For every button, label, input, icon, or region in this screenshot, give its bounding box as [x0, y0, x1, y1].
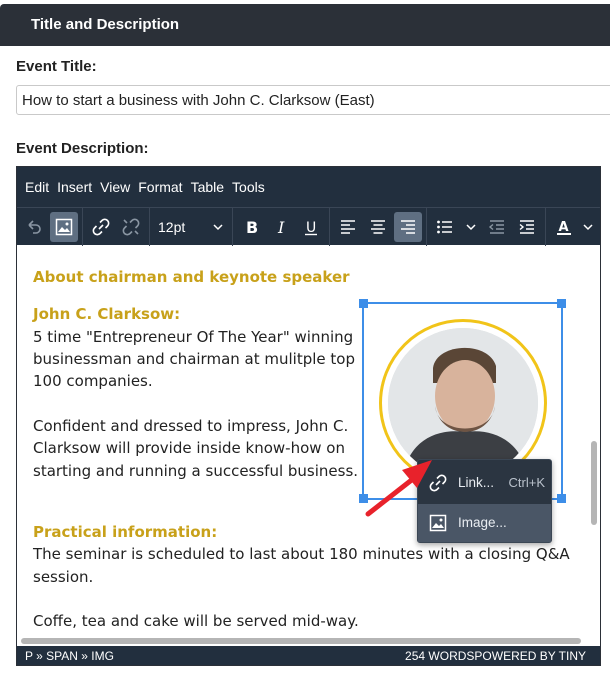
content-line: Coffe, tea and cake will be served mid-w… — [33, 612, 359, 630]
menu-format[interactable]: Format — [138, 179, 182, 195]
menu-view[interactable]: View — [100, 179, 130, 195]
text-color-icon: A — [557, 220, 571, 235]
resize-handle[interactable] — [557, 494, 566, 503]
element-path[interactable]: P » SPAN » IMG — [25, 649, 405, 663]
align-right-button[interactable] — [394, 211, 422, 242]
indent-icon — [519, 219, 534, 234]
resize-handle[interactable] — [557, 299, 566, 308]
speaker-photo-image — [388, 328, 538, 478]
underline-icon: U — [305, 220, 317, 236]
chevron-down-icon[interactable] — [464, 220, 478, 234]
menu-table[interactable]: Table — [191, 179, 224, 195]
scrollbar-thumb[interactable] — [21, 638, 581, 644]
event-title-input[interactable] — [16, 85, 610, 115]
outdent-button[interactable] — [483, 212, 511, 242]
toolbar-divider — [232, 207, 233, 246]
image-context-menu: Link... Ctrl+K Image... — [417, 459, 552, 543]
underline-button[interactable]: U — [297, 212, 325, 242]
context-menu-link-label: Link... — [458, 474, 495, 490]
align-center-icon — [371, 219, 385, 234]
toolbar-divider — [149, 207, 150, 246]
svg-text:U: U — [306, 220, 316, 236]
bullet-list-button[interactable] — [431, 212, 459, 242]
vertical-scrollbar[interactable] — [588, 245, 600, 635]
content-line: 5 time "Entrepreneur Of The Year" winnin… — [33, 328, 354, 346]
link-icon — [429, 474, 447, 492]
content-line: session. — [33, 568, 94, 586]
content-heading: Practical information: — [33, 523, 218, 541]
event-description-label: Event Description: — [16, 140, 149, 157]
remove-link-button[interactable] — [117, 212, 145, 242]
horizontal-scrollbar[interactable] — [17, 635, 600, 646]
content-line: businessman and chairman at mulitple top — [33, 350, 355, 368]
svg-text:A: A — [559, 220, 569, 235]
content-line: The seminar is scheduled to last about 1… — [33, 545, 570, 563]
editor-content[interactable]: About chairman and keynote speaker John … — [17, 245, 588, 635]
section-header: Title and Description — [0, 4, 610, 46]
bullet-list-icon — [437, 220, 452, 233]
context-menu-image[interactable]: Image... — [418, 504, 551, 542]
editor-toolbar: 12pt B I U A — [17, 207, 600, 246]
content-line: starting and running a successful busine… — [33, 462, 359, 480]
undo-icon — [28, 219, 41, 234]
menu-edit[interactable]: Edit — [25, 179, 49, 195]
unlink-icon — [122, 218, 140, 235]
text-color-button[interactable]: A — [550, 212, 578, 242]
content-line: 100 companies. — [33, 372, 153, 390]
content-line: Clarksow will provide inside know-how on — [33, 439, 345, 457]
font-size-value: 12pt — [158, 218, 186, 235]
menu-tools[interactable]: Tools — [232, 179, 265, 195]
content-heading: John C. Clarksow: — [33, 305, 181, 323]
insert-image-button[interactable] — [50, 211, 78, 242]
italic-icon: I — [277, 218, 285, 237]
align-left-button[interactable] — [334, 212, 362, 242]
resize-handle[interactable] — [359, 494, 368, 503]
chevron-down-icon[interactable] — [581, 220, 595, 234]
bold-button[interactable]: B — [237, 212, 265, 242]
align-center-button[interactable] — [364, 212, 392, 242]
section-title: Title and Description — [31, 16, 180, 33]
powered-by-link[interactable]: POWERED BY TINY — [474, 649, 600, 663]
word-count[interactable]: 254 WORDS — [405, 649, 474, 663]
toolbar-divider — [82, 207, 83, 246]
svg-text:I: I — [277, 218, 285, 237]
insert-link-button[interactable] — [87, 212, 115, 242]
toolbar-divider — [426, 207, 427, 246]
align-right-icon — [401, 219, 415, 234]
content-heading: About chairman and keynote speaker — [33, 268, 350, 286]
context-menu-image-label: Image... — [458, 514, 507, 530]
undo-button[interactable] — [20, 212, 48, 242]
context-menu-link[interactable]: Link... Ctrl+K — [418, 464, 551, 502]
chevron-down-icon — [213, 223, 223, 230]
editor-statusbar: P » SPAN » IMG 254 WORDS POWERED BY TINY — [17, 646, 600, 665]
resize-handle[interactable] — [359, 299, 368, 308]
image-icon — [55, 218, 73, 235]
context-menu-link-shortcut: Ctrl+K — [508, 474, 545, 490]
scrollbar-thumb[interactable] — [591, 441, 597, 525]
rich-text-editor: Edit Insert View Format Table Tools 12pt… — [16, 166, 601, 666]
image-icon — [429, 514, 447, 532]
content-line: Confident and dressed to impress, John C… — [33, 417, 349, 435]
event-title-label: Event Title: — [16, 58, 97, 75]
toolbar-divider — [329, 207, 330, 246]
menu-insert[interactable]: Insert — [57, 179, 92, 195]
indent-button[interactable] — [513, 212, 541, 242]
link-icon — [92, 218, 110, 235]
font-size-select[interactable]: 12pt — [153, 219, 229, 235]
bold-icon: B — [246, 218, 258, 237]
toolbar-divider — [545, 207, 546, 246]
svg-text:B: B — [246, 218, 258, 237]
italic-button[interactable]: I — [267, 212, 295, 242]
editor-menubar: Edit Insert View Format Table Tools — [17, 167, 600, 207]
outdent-icon — [488, 219, 504, 234]
align-left-icon — [341, 219, 355, 234]
